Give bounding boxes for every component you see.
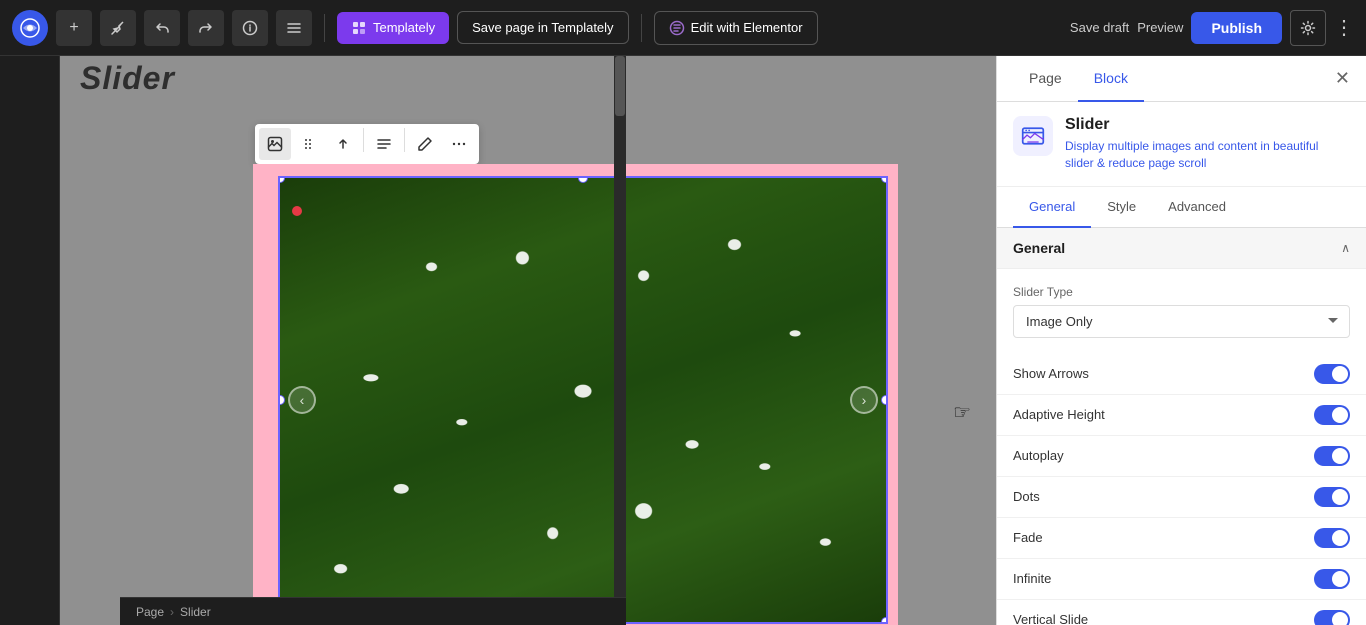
breadcrumb-current: Slider — [180, 605, 211, 619]
slider-block[interactable]: ‹ › — [278, 176, 888, 624]
breadcrumb-page[interactable]: Page — [136, 605, 164, 619]
main-layout: Slider — [0, 56, 1366, 625]
subtab-general[interactable]: General — [1013, 187, 1091, 228]
resize-handle-mr[interactable] — [881, 395, 888, 405]
subtab-style[interactable]: Style — [1091, 187, 1152, 228]
tab-block[interactable]: Block — [1078, 56, 1144, 102]
toggle-dots: Dots — [997, 477, 1366, 518]
vertical-slide-label: Vertical Slide — [1013, 612, 1088, 625]
separator2 — [641, 14, 642, 42]
panel-body: General ∧ Slider Type Image Only Content… — [997, 228, 1366, 625]
subtab-advanced[interactable]: Advanced — [1152, 187, 1242, 228]
separator — [324, 14, 325, 42]
redo-button[interactable] — [188, 10, 224, 46]
edit-elementor-button[interactable]: Edit with Elementor — [654, 11, 818, 45]
block-toolbar — [255, 124, 479, 164]
section-header-general[interactable]: General ∧ — [997, 228, 1366, 269]
settings-button[interactable] — [1290, 10, 1326, 46]
autoplay-label: Autoplay — [1013, 448, 1064, 463]
breadcrumb-separator: › — [170, 605, 174, 619]
block-details: Slider Display multiple images and conte… — [1065, 116, 1350, 172]
section-body-general: Slider Type Image Only Content Slider Ca… — [997, 269, 1366, 354]
slider-type-label: Slider Type — [1013, 285, 1350, 299]
scrollbar-thumb[interactable] — [615, 56, 625, 116]
section-title-general: General — [1013, 240, 1065, 256]
undo-button[interactable] — [144, 10, 180, 46]
more-options-button[interactable]: ⋮ — [1334, 15, 1354, 40]
preview-button[interactable]: Preview — [1137, 20, 1183, 35]
toggle-show-arrows: Show Arrows — [997, 354, 1366, 395]
dots-toggle[interactable] — [1314, 487, 1350, 507]
left-sidebar — [0, 56, 60, 625]
toggle-vertical-slide: Vertical Slide — [997, 600, 1366, 625]
panel-tabs: Page Block ✕ — [997, 56, 1366, 102]
block-info: Slider Display multiple images and conte… — [997, 102, 1366, 187]
top-toolbar: + Templately Save page in Templately Edi… — [0, 0, 1366, 56]
toolbar-separator2 — [404, 128, 405, 152]
breadcrumb-bar: Page › Slider — [120, 597, 626, 625]
sub-tabs: General Style Advanced — [997, 187, 1366, 228]
slider-type-select[interactable]: Image Only Content Slider Card Slider — [1013, 305, 1350, 338]
resize-handle-br[interactable] — [881, 617, 888, 624]
fade-label: Fade — [1013, 530, 1043, 545]
toggle-autoplay: Autoplay — [997, 436, 1366, 477]
save-page-button[interactable]: Save page in Templately — [457, 11, 628, 44]
infinite-label: Infinite — [1013, 571, 1051, 586]
wp-logo[interactable] — [12, 10, 48, 46]
slider-image — [280, 178, 886, 622]
tab-page[interactable]: Page — [1013, 56, 1078, 102]
block-align-button[interactable] — [368, 128, 400, 160]
autoplay-toggle[interactable] — [1314, 446, 1350, 466]
block-desc: Display multiple images and content in b… — [1065, 138, 1350, 172]
templately-button[interactable]: Templately — [337, 12, 449, 44]
section-chevron-icon: ∧ — [1341, 241, 1350, 255]
list-button[interactable] — [276, 10, 312, 46]
vertical-scrollbar[interactable] — [614, 56, 626, 597]
show-arrows-toggle[interactable] — [1314, 364, 1350, 384]
save-draft-button[interactable]: Save draft — [1070, 20, 1129, 35]
dots-label: Dots — [1013, 489, 1040, 504]
block-edit-button[interactable] — [409, 128, 441, 160]
resize-handle-tr[interactable] — [881, 176, 888, 183]
general-section: General ∧ Slider Type Image Only Content… — [997, 228, 1366, 625]
slider-arrow-right[interactable]: › — [850, 386, 878, 414]
show-arrows-label: Show Arrows — [1013, 366, 1089, 381]
page-title: Slider — [80, 60, 175, 97]
publish-button[interactable]: Publish — [1191, 12, 1282, 44]
add-button[interactable]: + — [56, 10, 92, 46]
block-drag-button[interactable] — [293, 128, 325, 160]
block-arrow-button[interactable] — [327, 128, 359, 160]
infinite-toggle[interactable] — [1314, 569, 1350, 589]
canvas-area: Slider — [60, 56, 996, 625]
slider-indicator-dot — [292, 206, 302, 216]
toolbar-separator — [363, 128, 364, 152]
tools-button[interactable] — [100, 10, 136, 46]
block-name: Slider — [1065, 116, 1350, 134]
toggle-adaptive-height: Adaptive Height — [997, 395, 1366, 436]
toggle-infinite: Infinite — [997, 559, 1366, 600]
fade-toggle[interactable] — [1314, 528, 1350, 548]
block-icon — [1013, 116, 1053, 156]
info-button[interactable] — [232, 10, 268, 46]
right-panel: Page Block ✕ Slider Display multiple ima… — [996, 56, 1366, 625]
adaptive-height-label: Adaptive Height — [1013, 407, 1105, 422]
block-more-button[interactable] — [443, 128, 475, 160]
adaptive-height-toggle[interactable] — [1314, 405, 1350, 425]
vertical-slide-toggle[interactable] — [1314, 610, 1350, 625]
slider-arrow-left[interactable]: ‹ — [288, 386, 316, 414]
block-image-button[interactable] — [259, 128, 291, 160]
toggle-fade: Fade — [997, 518, 1366, 559]
panel-close-button[interactable]: ✕ — [1335, 68, 1350, 89]
